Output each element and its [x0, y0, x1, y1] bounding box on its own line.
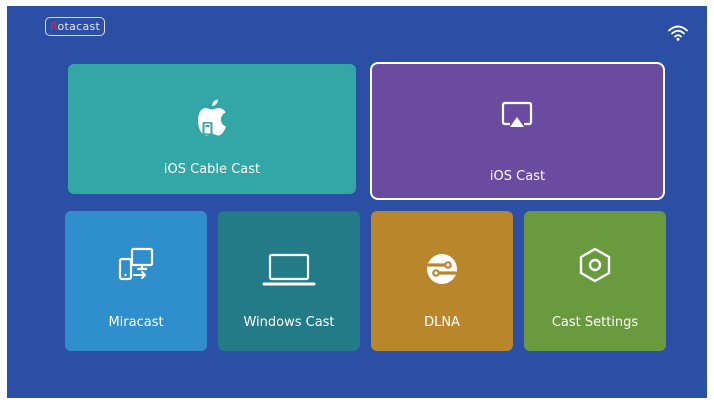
tile-ios-cast[interactable]: iOS Cast	[370, 62, 665, 200]
tile-label: Windows Cast	[243, 315, 335, 330]
tile-label: iOS Cable Cast	[163, 162, 261, 177]
tile-label: Cast Settings	[551, 315, 639, 330]
tile-windows-cast[interactable]: Windows Cast	[218, 211, 360, 351]
devices-icon	[118, 247, 154, 281]
tile-label: DLNA	[424, 315, 460, 330]
tile-ios-cable-cast[interactable]: iOS Cable Cast	[68, 64, 356, 194]
logo-text: otacast	[57, 20, 101, 33]
dlna-icon	[427, 254, 457, 284]
tile-dlna[interactable]: DLNA	[371, 211, 513, 351]
hexagon-settings-icon	[579, 247, 611, 283]
wifi-icon	[668, 25, 688, 41]
tile-cast-settings[interactable]: Cast Settings	[524, 211, 666, 351]
brand-logo: Rotacast	[45, 17, 106, 36]
airplay-icon	[501, 101, 533, 127]
tile-label: iOS Cast	[489, 169, 546, 184]
tile-label: Miracast	[108, 315, 164, 330]
laptop-icon	[262, 253, 316, 286]
tile-miracast[interactable]: Miracast	[65, 211, 207, 351]
apple-cable-icon	[198, 99, 226, 136]
home-screen: Rotacast iOS Cable Cast iOS Cast Miracas…	[7, 6, 707, 398]
